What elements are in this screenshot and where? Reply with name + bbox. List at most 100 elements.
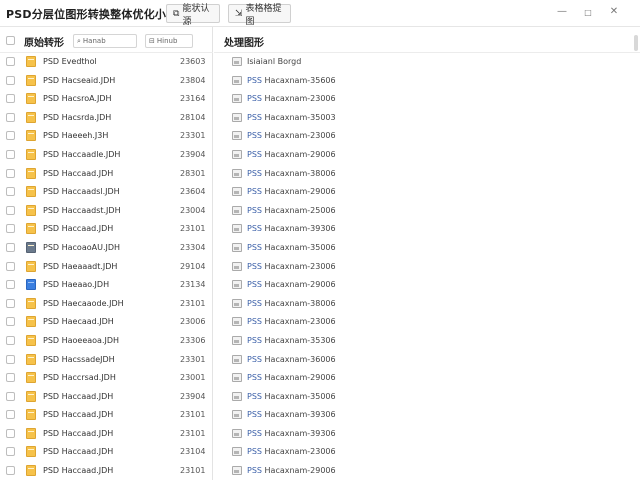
file-row[interactable]: PSD Haccaad.JDH 23101 [0,220,212,239]
close-icon[interactable]: ✕ [607,6,621,17]
file-name: PSD HacssadeJDH [43,354,115,364]
search-input[interactable]: ⌕ Hanab [73,34,137,48]
file-checkbox[interactable] [6,149,15,159]
preview-row[interactable]: PSS Hacaxnam-35006 [214,388,634,407]
select-all-checkbox[interactable] [6,36,15,45]
preview-row[interactable]: Isiaianl Borgd [214,53,634,72]
file-row[interactable]: PSD Hacsrda.JDH 28104 [0,109,212,128]
maximize-icon[interactable]: □ [581,8,595,17]
sort-dropdown[interactable]: ⊟ Hinub [145,34,193,48]
file-checkbox[interactable] [6,298,15,308]
file-checkbox[interactable] [6,75,15,85]
file-checkbox[interactable] [6,335,15,345]
preview-label: Hacaxnam-25006 [261,205,336,215]
preview-row[interactable]: PSS Hacaxnam-35306 [214,332,634,351]
file-checkbox[interactable] [6,391,15,401]
file-row[interactable]: PSD Haccaadst.JDH 23004 [0,202,212,221]
preview-row[interactable]: PSS Hacaxnam-38006 [214,165,634,184]
file-number: 28301 [180,168,206,178]
preview-row[interactable]: PSS Hacaxnam-39306 [214,406,634,425]
preview-label: Hacaxnam-29006 [261,280,336,290]
file-checkbox[interactable] [6,280,15,290]
file-row[interactable]: PSD HacoaoAU.JDH 23304 [0,239,212,258]
file-row[interactable]: PSD Haccaad.JDH 23101 [0,462,212,481]
image-icon [232,75,242,85]
file-checkbox[interactable] [6,168,15,178]
preview-row[interactable]: PSS Hacaxnam-23006 [214,258,634,277]
preview-row[interactable]: PSS Hacaxnam-36006 [214,351,634,370]
file-row[interactable]: PSD Haecaaode.JDH 23101 [0,295,212,314]
file-row[interactable]: PSD Haeaao.JDH 23134 [0,276,212,295]
preview-row[interactable]: PSS Hacaxnam-35606 [214,72,634,91]
source-pane-title: 原始转形 [24,38,64,49]
preview-row[interactable]: PSS Hacaxnam-29006 [214,369,634,388]
file-checkbox[interactable] [6,242,15,252]
folder-icon [26,148,36,160]
folder-icon [26,427,36,439]
file-checkbox[interactable] [6,57,15,66]
preview-name: PSS Hacaxnam-35003 [247,113,336,122]
file-checkbox[interactable] [6,187,15,197]
file-row[interactable]: PSD Haecaad.JDH 23006 [0,313,212,332]
toolbar-button-1[interactable]: ⧉ 能状认源 [166,4,220,27]
preview-row[interactable]: PSS Hacaxnam-23006 [214,90,634,109]
file-number: 23101 [180,224,206,234]
file-row[interactable]: PSD Haeaaadt.JDH 29104 [0,258,212,277]
folder-icon [26,446,36,458]
preview-row[interactable]: PSS Hacaxnam-29006 [214,183,634,202]
file-row[interactable]: PSD Haccaad.JDH 23104 [0,443,212,462]
preview-row[interactable]: PSS Hacaxnam-29006 [214,462,634,481]
file-row[interactable]: PSD Haeeeh.J3H 23301 [0,127,212,146]
preview-name: PSS Hacaxnam-39306 [247,429,336,438]
folder-icon [26,93,36,105]
file-row[interactable]: PSD Hacseaid.JDH 23804 [0,72,212,91]
file-checkbox[interactable] [6,131,15,141]
file-row[interactable]: PSD Haccaad.JDH 28301 [0,165,212,184]
preview-row[interactable]: PSS Hacaxnam-23006 [214,127,634,146]
file-checkbox[interactable] [6,94,15,104]
preview-row[interactable]: PSS Hacaxnam-38006 [214,295,634,314]
preview-prefix: PSS [247,391,262,401]
preview-label: Hacaxnam-29006 [261,466,336,476]
preview-row[interactable]: PSS Hacaxnam-35003 [214,109,634,128]
toolbar-button-2[interactable]: ⇲ 表格格提图 [228,4,291,27]
image-icon [232,466,242,476]
file-checkbox[interactable] [6,224,15,234]
expand-icon: ⇲ [235,8,243,19]
preview-row[interactable]: PSS Hacaxnam-39306 [214,220,634,239]
folder-icon [26,186,36,198]
file-row[interactable]: PSD Haoeeaoa.JDH 23306 [0,332,212,351]
preview-row[interactable]: PSS Hacaxnam-29006 [214,276,634,295]
file-row[interactable]: PSD Haccrsad.JDH 23001 [0,369,212,388]
file-row[interactable]: PSD Evedthol 23603 [0,53,212,72]
preview-row[interactable]: PSS Hacaxnam-23006 [214,313,634,332]
image-icon [232,373,242,383]
file-checkbox[interactable] [6,205,15,215]
file-checkbox[interactable] [6,373,15,383]
file-row[interactable]: PSD Haccaad.JDH 23101 [0,406,212,425]
file-checkbox[interactable] [6,354,15,364]
preview-row[interactable]: PSS Hacaxnam-25006 [214,202,634,221]
preview-prefix: PSS [247,447,262,457]
preview-row[interactable]: PSS Hacaxnam-39306 [214,425,634,444]
preview-prefix: PSS [247,280,262,290]
file-checkbox[interactable] [6,410,15,420]
preview-row[interactable]: PSS Hacaxnam-29006 [214,146,634,165]
scrollbar[interactable] [634,35,638,51]
preview-row[interactable]: PSS Hacaxnam-35006 [214,239,634,258]
file-checkbox[interactable] [6,317,15,327]
file-row[interactable]: PSD HacsroA.JDH 23164 [0,90,212,109]
file-row[interactable]: PSD HacssadeJDH 23301 [0,351,212,370]
preview-row[interactable]: PSS Hacaxnam-23006 [214,443,634,462]
file-row[interactable]: PSD Haccaad.JDH 23101 [0,425,212,444]
minimize-icon[interactable]: — [555,6,569,17]
file-checkbox[interactable] [6,261,15,271]
file-checkbox[interactable] [6,447,15,457]
file-row[interactable]: PSD Haccaad.JDH 23904 [0,388,212,407]
file-number: 23306 [180,335,206,345]
file-checkbox[interactable] [6,428,15,438]
file-checkbox[interactable] [6,466,15,476]
file-row[interactable]: PSD Haccaadle.JDH 23904 [0,146,212,165]
file-checkbox[interactable] [6,112,15,122]
file-row[interactable]: PSD Haccaadsl.JDH 23604 [0,183,212,202]
